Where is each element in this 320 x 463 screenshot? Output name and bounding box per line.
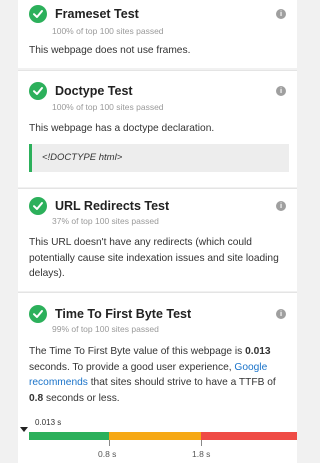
check-icon <box>29 305 47 323</box>
ttfb-bar-poor <box>201 432 297 440</box>
ttfb-tick-label: 0.8 s <box>98 449 117 459</box>
info-icon[interactable]: i <box>276 9 286 19</box>
check-icon <box>29 82 47 100</box>
ttfb-value: 0.013 <box>245 346 271 357</box>
ttfb-marker-label: 0.013 s <box>35 418 62 427</box>
info-icon[interactable]: i <box>276 201 286 211</box>
test-results-list: Frameset Test 100% of top 100 sites pass… <box>18 0 297 463</box>
test-description: This webpage does not use frames. <box>29 45 191 56</box>
info-icon[interactable]: i <box>276 309 286 319</box>
ttfb-tick-label: 1.8 s <box>192 449 211 459</box>
test-description: This URL doesn't have any redirects (whi… <box>29 237 279 279</box>
doctype-code: <!DOCTYPE html> <box>42 152 123 163</box>
info-icon[interactable]: i <box>276 86 286 96</box>
check-icon <box>29 5 47 23</box>
test-title: Frameset Test <box>55 7 139 21</box>
check-icon <box>29 197 47 215</box>
test-description: The Time To First Byte value of this web… <box>29 344 291 406</box>
frameset-test-card: Frameset Test 100% of top 100 sites pass… <box>18 0 297 68</box>
test-pass-rate: 37% of top 100 sites passed <box>52 216 159 226</box>
test-title: Doctype Test <box>55 84 133 98</box>
ttfb-tick <box>109 440 110 446</box>
ttfb-bar-needs-improvement <box>109 432 201 440</box>
desc-text: The Time To First Byte value of this web… <box>29 346 246 357</box>
test-title: Time To First Byte Test <box>55 307 192 321</box>
test-title: URL Redirects Test <box>55 199 170 213</box>
doctype-test-card: Doctype Test 100% of top 100 sites passe… <box>18 70 297 187</box>
test-pass-rate: 100% of top 100 sites passed <box>52 26 164 36</box>
desc-text: seconds. To provide a good user experien… <box>29 361 235 373</box>
ttfb-tick <box>201 440 202 446</box>
ttfb-bar-good <box>29 432 109 440</box>
doctype-code-block: <!DOCTYPE html> <box>29 144 289 172</box>
ttfb-threshold: 0.8 <box>29 392 44 404</box>
test-description: This webpage has a doctype declaration. <box>29 123 215 134</box>
desc-text: that sites should strive to have a TTFB … <box>87 377 276 388</box>
url-redirects-test-card: URL Redirects Test 37% of top 100 sites … <box>18 188 297 291</box>
test-pass-rate: 99% of top 100 sites passed <box>52 324 159 334</box>
ttfb-marker-icon <box>20 427 28 432</box>
desc-text: seconds or less. <box>43 392 120 404</box>
test-pass-rate: 100% of top 100 sites passed <box>52 102 164 112</box>
